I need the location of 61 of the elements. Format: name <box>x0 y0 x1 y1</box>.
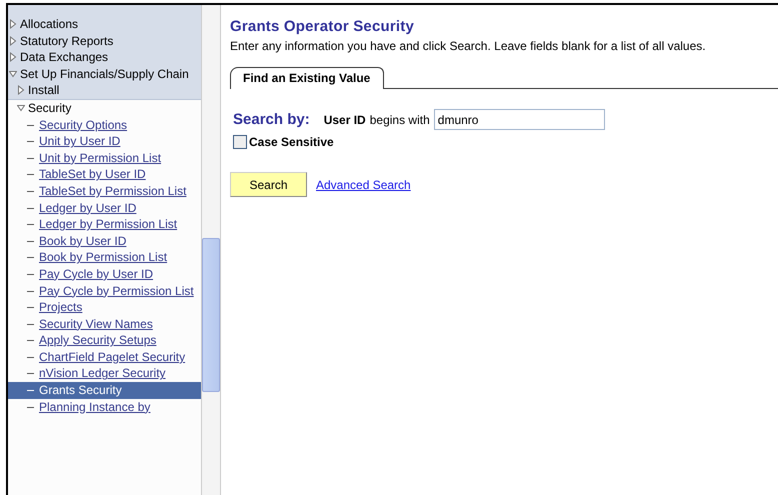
dash-icon <box>27 307 34 308</box>
expanded-arrow-icon[interactable] <box>17 102 25 113</box>
dash-icon <box>27 208 34 209</box>
dash-icon <box>27 324 34 325</box>
collapsed-arrow-icon[interactable] <box>17 85 25 96</box>
menu-link[interactable]: Book by User ID <box>39 232 126 250</box>
menu-link[interactable]: TableSet by User ID <box>39 166 146 183</box>
dash-icon <box>27 174 34 176</box>
checkbox-label: Case Sensitive <box>249 135 334 149</box>
menu-link[interactable]: Ledger by User ID <box>39 200 136 216</box>
menu-link[interactable]: Security View Names <box>39 316 153 332</box>
checkbox[interactable] <box>233 135 247 149</box>
page-title: Grants Operator Security <box>230 18 416 35</box>
dash-icon <box>27 373 34 374</box>
folder-item[interactable]: Data Exchanges <box>20 49 108 66</box>
scrollbar[interactable] <box>201 5 221 495</box>
dash-icon <box>27 290 34 292</box>
menu-link[interactable]: Grants Security <box>39 382 122 399</box>
dash-icon <box>27 257 34 258</box>
search-button[interactable]: Search <box>230 172 307 197</box>
collapsed-arrow-icon[interactable] <box>9 52 17 62</box>
tab[interactable]: Find an Existing Value <box>230 67 384 89</box>
menu-link[interactable]: Pay Cycle by Permission List <box>39 282 194 300</box>
dash-icon <box>27 340 34 342</box>
search-by-label: Search by: <box>233 111 310 128</box>
dash-icon <box>27 356 34 358</box>
dash-icon <box>27 141 34 142</box>
folder-item[interactable]: Security <box>28 100 72 117</box>
folder-item[interactable]: Allocations <box>20 16 78 33</box>
menu-link[interactable]: TableSet by Permission List <box>39 182 186 200</box>
user-id-field[interactable]: dmunro <box>434 109 605 130</box>
dash-icon <box>27 240 34 242</box>
menu-link[interactable]: Planning Instance by <box>39 398 150 416</box>
folder-item[interactable]: Set Up Financials/Supply Chain <box>20 66 189 82</box>
menu-link[interactable]: Security Options <box>39 116 128 134</box>
menu-link[interactable]: Ledger by Permission List <box>39 216 178 233</box>
dash-icon <box>27 274 34 275</box>
folder-item[interactable]: Install <box>28 82 60 99</box>
scroll-thumb[interactable] <box>202 238 220 392</box>
dash-icon <box>27 124 34 126</box>
collapsed-arrow-icon[interactable] <box>9 36 17 46</box>
operator-label: begins with <box>370 112 430 126</box>
advanced-search-link[interactable]: Advanced Search <box>316 178 411 192</box>
dash-icon <box>27 390 34 392</box>
dash-icon <box>27 406 34 408</box>
dash-icon <box>27 224 34 226</box>
menu-link[interactable]: Projects <box>39 299 82 316</box>
folder-item[interactable]: Statutory Reports <box>20 32 114 50</box>
menu-link[interactable]: Book by Permission List <box>39 249 168 266</box>
instructions-text: Enter any information you have and click Search. Leave fields blank for a list of all values. <box>230 39 707 53</box>
expanded-arrow-icon[interactable] <box>9 68 17 79</box>
menu-link[interactable]: Pay Cycle by User ID <box>39 266 154 282</box>
dash-icon <box>27 190 34 192</box>
dash-icon <box>27 158 34 159</box>
menu-link[interactable]: Unit by User ID <box>39 133 120 150</box>
menu-link[interactable]: ChartField Pagelet Security <box>39 348 186 366</box>
field-label: User ID <box>324 112 366 126</box>
menu-link[interactable]: Apply Security Setups <box>39 332 156 349</box>
menu-link[interactable]: Unit by Permission List <box>39 150 162 166</box>
collapsed-arrow-icon[interactable] <box>9 19 17 29</box>
menu-link[interactable]: nVision Ledger Security <box>39 365 166 382</box>
